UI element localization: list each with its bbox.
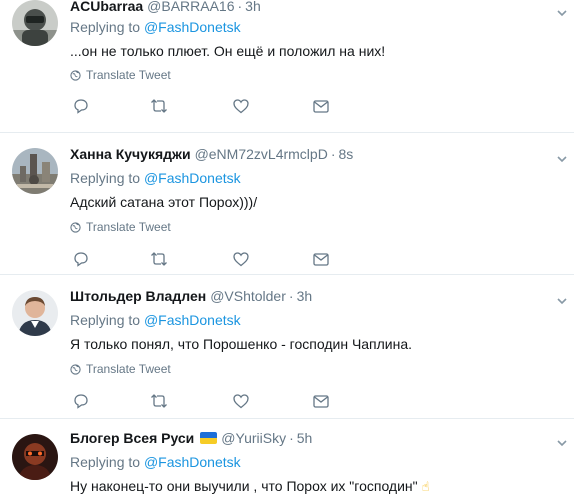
replying-to: Replying to @FashDonetsk: [70, 170, 241, 186]
tweet-text: Ну наконец-то они выучили , что Порох их…: [70, 478, 418, 494]
replying-to: Replying to @FashDonetsk: [70, 312, 241, 328]
replying-label: Replying to: [70, 170, 141, 186]
timestamp[interactable]: 5h: [297, 430, 313, 446]
translate-tweet[interactable]: Translate Tweet: [70, 68, 171, 82]
chevron-down-icon[interactable]: [556, 294, 568, 306]
user-name[interactable]: Блогер Всея Руси: [70, 430, 194, 446]
user-handle[interactable]: @VShtolder: [210, 288, 286, 304]
replying-label: Replying to: [70, 312, 141, 328]
separator: ·: [330, 146, 336, 162]
user-name[interactable]: Штольдер Владлен: [70, 288, 206, 304]
mention-link[interactable]: @FashDonetsk: [144, 170, 241, 186]
like-icon[interactable]: [232, 250, 250, 268]
user-name[interactable]: ACUbarraa: [70, 0, 143, 14]
translate-tweet[interactable]: Translate Tweet: [70, 362, 171, 376]
tweet[interactable]: Штольдер Владлен @VShtolder · 3h Replyin…: [0, 276, 574, 419]
translate-label: Translate Tweet: [86, 68, 171, 82]
pointing-up-emoji: ☝: [421, 479, 430, 494]
user-name[interactable]: Ханна Кучукяджи: [70, 146, 191, 162]
separator: ·: [289, 430, 294, 446]
avatar[interactable]: [12, 0, 58, 46]
replying-label: Replying to: [70, 454, 141, 470]
tweet-header: ACUbarraa @BARRAA16 · 3h: [70, 0, 261, 16]
replying-to: Replying to @FashDonetsk: [70, 454, 241, 470]
message-icon[interactable]: [312, 392, 330, 410]
tweet-text: ...он не только плюет. Он ещё и положил …: [70, 43, 386, 59]
user-handle[interactable]: @eNM72zvL4rmclpD: [195, 146, 328, 162]
timestamp[interactable]: 8s: [338, 146, 353, 162]
tweet[interactable]: Блогер Всея Руси @YuriiSky · 5h Replying…: [0, 420, 574, 503]
separator: ·: [237, 0, 243, 14]
message-icon[interactable]: [312, 97, 330, 115]
tweet-text: Я только понял, что Порошенко - господин…: [70, 336, 413, 352]
chevron-down-icon[interactable]: [556, 152, 568, 164]
translate-tweet[interactable]: Translate Tweet: [70, 220, 171, 234]
like-icon[interactable]: [232, 97, 250, 115]
globe-icon: [70, 221, 81, 233]
retweet-icon[interactable]: [150, 250, 168, 268]
tweet[interactable]: ACUbarraa @BARRAA16 · 3h Replying to @Fa…: [0, 0, 574, 133]
timestamp[interactable]: 3h: [297, 288, 313, 304]
message-icon[interactable]: [312, 250, 330, 268]
avatar[interactable]: [12, 290, 58, 336]
user-handle[interactable]: @BARRAA16: [147, 0, 234, 14]
avatar[interactable]: [12, 148, 58, 194]
translate-label: Translate Tweet: [86, 362, 171, 376]
reply-icon[interactable]: [72, 97, 90, 115]
tweet[interactable]: Ханна Кучукяджи @eNM72zvL4rmclpD · 8s Re…: [0, 134, 574, 275]
separator: ·: [288, 288, 294, 304]
tweet-header: Блогер Всея Руси @YuriiSky · 5h: [70, 428, 312, 448]
globe-icon: [70, 69, 81, 81]
globe-icon: [70, 363, 81, 375]
mention-link[interactable]: @FashDonetsk: [144, 312, 241, 328]
tweet-text: Адский сатана этот Порох)))/: [70, 194, 258, 210]
retweet-icon[interactable]: [150, 97, 168, 115]
user-handle[interactable]: @YuriiSky: [221, 430, 286, 446]
tweet-header: Штольдер Владлен @VShtolder · 3h: [70, 286, 312, 306]
like-icon[interactable]: [232, 392, 250, 410]
replying-to: Replying to @FashDonetsk: [70, 19, 241, 35]
ukraine-flag-icon: [200, 432, 218, 444]
chevron-down-icon[interactable]: [556, 6, 568, 18]
avatar[interactable]: [12, 434, 58, 480]
chevron-down-icon[interactable]: [556, 436, 568, 448]
tweet-header: Ханна Кучукяджи @eNM72zvL4rmclpD · 8s: [70, 144, 353, 164]
mention-link[interactable]: @FashDonetsk: [144, 19, 241, 35]
retweet-icon[interactable]: [150, 392, 168, 410]
translate-label: Translate Tweet: [86, 220, 171, 234]
reply-icon[interactable]: [72, 392, 90, 410]
timestamp[interactable]: 3h: [245, 0, 261, 14]
replying-label: Replying to: [70, 19, 141, 35]
tweet-text-line: Ну наконец-то они выучили , что Порох их…: [70, 478, 430, 495]
mention-link[interactable]: @FashDonetsk: [144, 454, 241, 470]
reply-icon[interactable]: [72, 250, 90, 268]
